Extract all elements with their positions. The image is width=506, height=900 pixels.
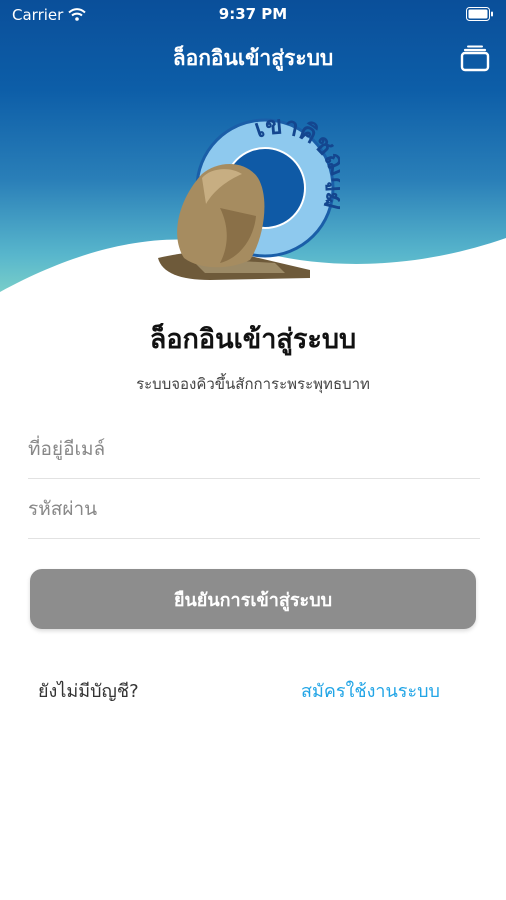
page-title: ล็อกอินเข้าสู่ระบบ (149, 324, 357, 355)
status-bar: Carrier 9:37 PM (0, 0, 506, 28)
password-field (28, 480, 480, 539)
app-logo: เขาคิชฌกูฏ (150, 108, 356, 288)
battery-icon (466, 7, 494, 25)
clock: 9:37 PM (218, 5, 288, 23)
header-hero: Carrier 9:37 PM ล็อกอินเข้าสู่ระบบ เขาคิ… (0, 0, 506, 300)
password-input[interactable] (28, 480, 480, 538)
page-subtitle: ระบบจองคิวขึ้นสักการะพระพุทธบาท (136, 375, 370, 393)
email-field (28, 420, 480, 479)
email-input[interactable] (28, 420, 480, 478)
submit-button[interactable]: ยืนยันการเข้าสู่ระบบ (30, 569, 476, 629)
cards-icon (460, 45, 490, 72)
register-link[interactable]: สมัครใช้งานระบบ (301, 676, 440, 705)
no-account-label: ยังไม่มีบัญชี? (38, 681, 139, 702)
wallet-button[interactable] (460, 44, 490, 72)
nav-title: ล็อกอินเข้าสู่ระบบ (172, 46, 334, 70)
